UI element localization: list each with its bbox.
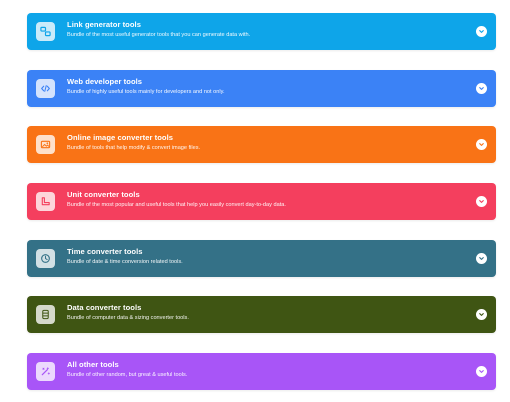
category-card-unit-converter[interactable]: Unit converter tools Bundle of the most …	[27, 183, 496, 220]
chevron-down-icon[interactable]	[476, 309, 487, 320]
clock-icon	[36, 249, 55, 268]
category-description: Bundle of the most popular and useful to…	[67, 201, 286, 208]
category-description: Bundle of computer data & sizing convert…	[67, 314, 189, 321]
code-icon	[36, 79, 55, 98]
ruler-icon	[36, 192, 55, 211]
image-icon	[36, 135, 55, 154]
category-title: Time converter tools	[67, 247, 143, 256]
category-title: All other tools	[67, 360, 119, 369]
magic-wand-icon	[36, 362, 55, 381]
category-description: Bundle of other random, but great & usef…	[67, 371, 188, 378]
category-title: Unit converter tools	[67, 190, 140, 199]
category-title: Online image converter tools	[67, 133, 174, 142]
category-title: Data converter tools	[67, 303, 142, 312]
chevron-down-icon[interactable]	[476, 139, 487, 150]
link-generator-icon	[36, 22, 55, 41]
category-card-data-converter[interactable]: Data converter tools Bundle of computer …	[27, 296, 496, 333]
category-title: Web developer tools	[67, 77, 143, 86]
chevron-down-icon[interactable]	[476, 253, 487, 264]
category-description: Bundle of tools that help modify & conve…	[67, 144, 201, 151]
chevron-down-icon[interactable]	[476, 366, 487, 377]
category-card-web-developer[interactable]: Web developer tools Bundle of highly use…	[27, 70, 496, 107]
category-title: Link generator tools	[67, 20, 141, 29]
category-card-time-converter[interactable]: Time converter tools Bundle of date & ti…	[27, 240, 496, 277]
database-icon	[36, 305, 55, 324]
category-description: Bundle of the most useful generator tool…	[67, 31, 251, 38]
tool-category-list: Link generator tools Bundle of the most …	[0, 0, 510, 402]
category-card-all-other[interactable]: All other tools Bundle of other random, …	[27, 353, 496, 390]
category-card-image-converter[interactable]: Online image converter tools Bundle of t…	[27, 126, 496, 163]
chevron-down-icon[interactable]	[476, 26, 487, 37]
category-description: Bundle of date & time conversion related…	[67, 258, 183, 265]
category-card-link-generator[interactable]: Link generator tools Bundle of the most …	[27, 13, 496, 50]
chevron-down-icon[interactable]	[476, 196, 487, 207]
category-description: Bundle of highly useful tools mainly for…	[67, 88, 225, 95]
chevron-down-icon[interactable]	[476, 83, 487, 94]
